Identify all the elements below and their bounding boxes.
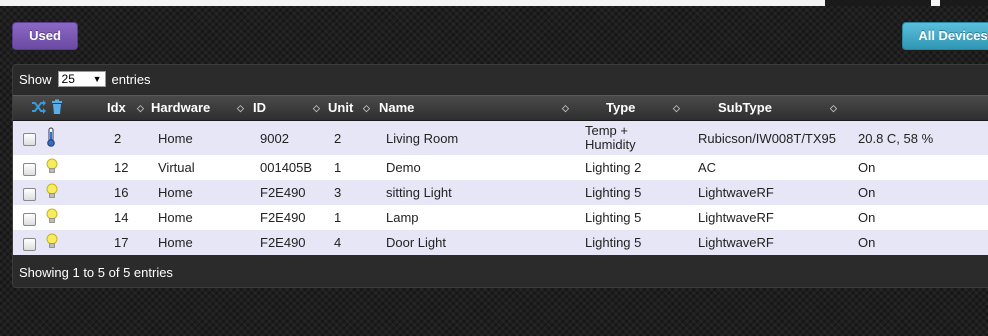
cell-hardware: Home [158, 210, 193, 225]
cell-idx: 16 [114, 185, 129, 200]
cell-name: Door Light [386, 235, 446, 250]
cell-idx: 17 [114, 235, 129, 250]
cell-id: F2E490 [260, 185, 306, 200]
shuffle-icon[interactable] [31, 99, 47, 118]
cell-subtype: LightwaveRF [698, 210, 774, 225]
cell-hardware: Home [158, 185, 193, 200]
cell-type: Lighting 2 [585, 160, 642, 175]
cell-type: Lighting 5 [585, 210, 642, 225]
cell-name: Lamp [386, 210, 419, 225]
cell-id: F2E490 [260, 210, 306, 225]
cell-idx: 12 [114, 160, 129, 175]
sort-icon: ◇ [562, 103, 569, 113]
cell-id: 001405B [260, 160, 313, 175]
cell-unit: 4 [334, 235, 342, 250]
entries-label: entries [111, 71, 151, 87]
cell-id: F2E490 [260, 235, 306, 250]
row-checkbox[interactable] [23, 238, 36, 251]
thermometer-icon [46, 127, 56, 150]
cell-name: Demo [386, 160, 421, 175]
cell-type: Temp + Humidity [585, 123, 636, 152]
cell-hardware: Home [158, 235, 193, 250]
sort-icon: ◇ [673, 103, 680, 113]
cell-type: Lighting 5 [585, 185, 642, 200]
column-header-subtype[interactable]: SubType [718, 96, 772, 120]
row-checkbox[interactable] [23, 133, 36, 146]
devices-table-panel: Show 25 ▼ entries Idx ◇ Hardware ◇ ID ◇ … [12, 64, 988, 288]
cell-hardware: Virtual [158, 160, 195, 175]
cell-type: Lighting 5 [585, 235, 642, 250]
row-checkbox[interactable] [23, 213, 36, 226]
column-header-id[interactable]: ID [253, 96, 266, 120]
used-button[interactable]: Used [12, 22, 78, 50]
cell-subtype: AC [698, 160, 717, 175]
cell-unit: 2 [334, 130, 342, 146]
cell-name: Living Room [386, 130, 459, 146]
table-header: Idx ◇ Hardware ◇ ID ◇ Unit ◇ Name ◇ Type… [13, 95, 988, 121]
column-header-type[interactable]: Type [606, 96, 635, 120]
row-checkbox[interactable] [23, 163, 36, 176]
entries-select[interactable]: 25 ▼ [57, 71, 106, 87]
cell-data: On [858, 235, 876, 250]
column-header-name[interactable]: Name [379, 96, 414, 120]
cell-subtype: Rubicson/IW008T/TX95 [698, 130, 837, 146]
table-row[interactable]: 16 Home F2E490 3 sitting Light Lighting … [13, 180, 988, 205]
top-dark-tab [940, 0, 988, 6]
table-row[interactable]: 2 Home 9002 2 Living Room Temp + Humidit… [13, 121, 988, 155]
length-menu: Show 25 ▼ entries [19, 71, 151, 87]
column-header-unit[interactable]: Unit [328, 96, 353, 120]
sort-icon: ◇ [830, 103, 837, 113]
table-info: Showing 1 to 5 of 5 entries [19, 265, 173, 280]
lightbulb-icon [46, 233, 58, 252]
lightbulb-icon [46, 183, 58, 202]
sort-icon: ◇ [363, 103, 370, 113]
column-header-hardware[interactable]: Hardware [151, 96, 210, 120]
trash-icon[interactable] [51, 99, 63, 118]
lightbulb-icon [46, 158, 58, 177]
cell-data: 20.8 C, 58 % [858, 130, 934, 146]
show-label: Show [19, 71, 52, 87]
sort-icon: ◇ [237, 103, 244, 113]
sort-icon: ◇ [137, 103, 144, 113]
sort-icon: ◇ [313, 103, 320, 113]
cell-hardware: Home [158, 130, 193, 146]
table-row[interactable]: 17 Home F2E490 4 Door Light Lighting 5 L… [13, 230, 988, 255]
table-row[interactable]: 14 Home F2E490 1 Lamp Lighting 5 Lightwa… [13, 205, 988, 230]
entries-select-value: 25 [61, 72, 75, 86]
cell-subtype: LightwaveRF [698, 235, 774, 250]
chevron-down-icon: ▼ [92, 74, 102, 84]
column-header-idx[interactable]: Idx [107, 96, 126, 120]
cell-data: On [858, 185, 876, 200]
all-devices-button[interactable]: All Devices [902, 22, 988, 50]
cell-subtype: LightwaveRF [698, 185, 774, 200]
cell-data: On [858, 210, 876, 225]
lightbulb-icon [46, 208, 58, 227]
row-checkbox[interactable] [23, 188, 36, 201]
cell-unit: 1 [334, 210, 342, 225]
browser-top-strip [0, 0, 988, 6]
cell-idx: 14 [114, 210, 129, 225]
cell-id: 9002 [260, 130, 289, 146]
cell-data: On [858, 160, 876, 175]
cell-name: sitting Light [386, 185, 452, 200]
cell-unit: 1 [334, 160, 342, 175]
table-row[interactable]: 12 Virtual 001405B 1 Demo Lighting 2 AC … [13, 155, 988, 180]
top-dark-tab [825, 0, 931, 6]
cell-unit: 3 [334, 185, 342, 200]
cell-idx: 2 [114, 130, 122, 146]
